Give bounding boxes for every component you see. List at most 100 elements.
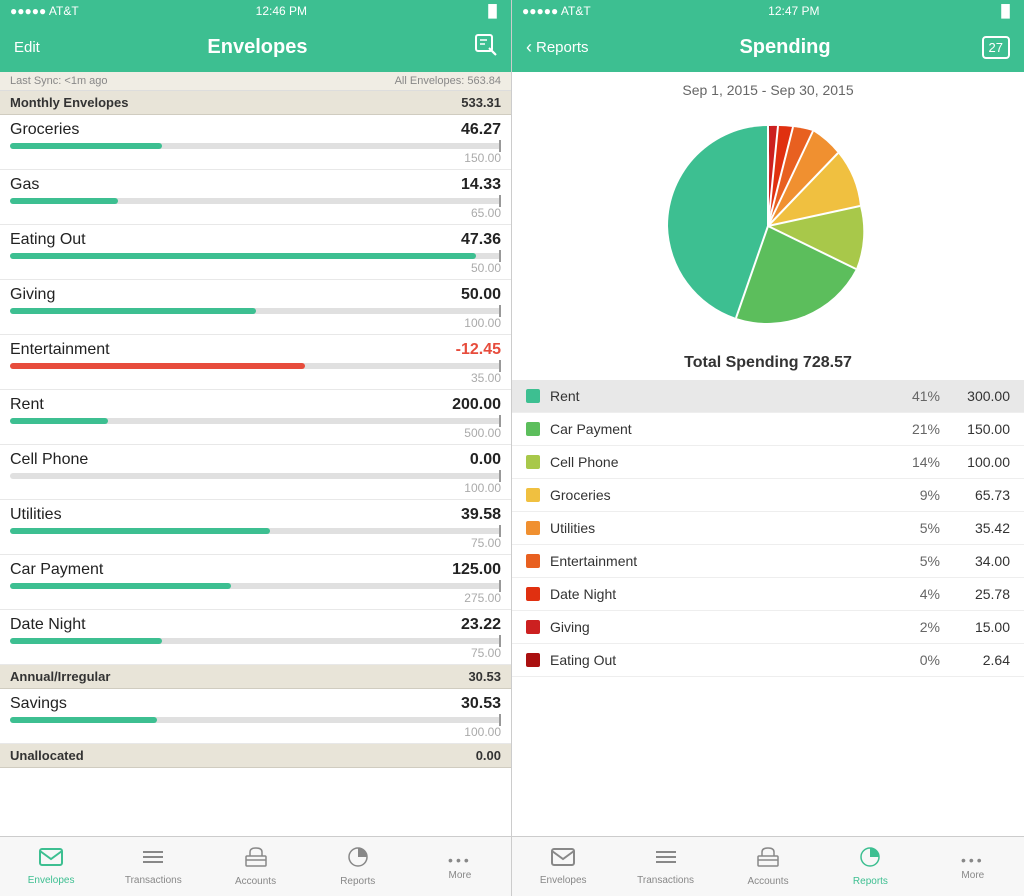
envelope-name: Cell Phone [10,451,88,469]
legend-amt: 34.00 [940,553,1010,569]
section-monthly-label: Monthly Envelopes [10,95,128,110]
nav-accounts-left[interactable]: Accounts [204,837,306,896]
progress-fill [10,143,162,149]
envelope-budget: 75.00 [10,536,501,550]
legend-amt: 300.00 [940,388,1010,404]
legend-color-utilities [526,521,540,535]
nav-more-right[interactable]: ••• More [922,837,1024,896]
progress-marker [499,195,501,207]
legend-color-entertainment [526,554,540,568]
envelope-budget: 50.00 [10,261,501,275]
legend-pct: 0% [890,652,940,668]
nav-reports-left[interactable]: Reports [307,837,409,896]
legend-row-entertainment[interactable]: Entertainment 5% 34.00 [512,545,1024,578]
legend-row-eating-out[interactable]: Eating Out 0% 2.64 [512,644,1024,677]
legend-row-utilities[interactable]: Utilities 5% 35.42 [512,512,1024,545]
legend-amt: 25.78 [940,586,1010,602]
envelope-giving[interactable]: Giving 50.00 100.00 [0,280,511,335]
progress-fill [10,638,162,644]
progress-fill [10,528,270,534]
carrier-right: ●●●●● AT&T [522,4,591,18]
header-right: ‹ Reports Spending 27 [512,22,1024,72]
chevron-left-icon: ‹ [526,37,532,58]
back-button[interactable]: ‹ Reports [526,37,589,58]
envelope-groceries[interactable]: Groceries 46.27 150.00 [0,115,511,170]
legend-name: Utilities [550,520,890,536]
envelope-cell-phone[interactable]: Cell Phone 0.00 100.00 [0,445,511,500]
legend-amt: 150.00 [940,421,1010,437]
progress-bar-container [10,253,501,259]
envelope-savings[interactable]: Savings 30.53 100.00 [0,689,511,744]
section-annual-amount: 30.53 [468,669,501,684]
nav-envelopes-left[interactable]: Envelopes [0,837,102,896]
legend-name: Giving [550,619,890,635]
envelope-date-night[interactable]: Date Night 23.22 75.00 [0,610,511,665]
more-icon: ••• [448,852,472,868]
legend-name: Entertainment [550,553,890,569]
section-annual: Annual/Irregular 30.53 [0,665,511,689]
progress-marker [499,140,501,152]
section-monthly: Monthly Envelopes 533.31 [0,91,511,115]
bottom-nav-left: Envelopes Transactions Accounts [0,836,511,896]
legend-row-cell-phone[interactable]: Cell Phone 14% 100.00 [512,446,1024,479]
envelope-entertainment[interactable]: Entertainment -12.45 35.00 [0,335,511,390]
legend-name: Cell Phone [550,454,890,470]
envelope-car-payment[interactable]: Car Payment 125.00 275.00 [0,555,511,610]
envelope-budget: 65.00 [10,206,501,220]
envelope-budget: 275.00 [10,591,501,605]
nav-label: Envelopes [540,875,587,886]
legend-pct: 5% [890,520,940,536]
envelope-budget: 100.00 [10,725,501,739]
envelope-gas[interactable]: Gas 14.33 65.00 [0,170,511,225]
progress-marker [499,415,501,427]
envelope-amount: 200.00 [452,396,501,414]
envelope-amount: 46.27 [461,121,501,139]
legend-row-date-night[interactable]: Date Night 4% 25.78 [512,578,1024,611]
progress-fill [10,418,108,424]
nav-accounts-right[interactable]: Accounts [717,837,819,896]
compose-button[interactable] [475,34,497,60]
nav-transactions-left[interactable]: Transactions [102,837,204,896]
legend-row-rent[interactable]: Rent 41% 300.00 [512,380,1024,413]
nav-reports-right[interactable]: Reports [819,837,921,896]
status-bar-left: ●●●●● AT&T 12:46 PM ▐▌ [0,0,511,22]
nav-transactions-right[interactable]: Transactions [614,837,716,896]
edit-button[interactable]: Edit [14,39,40,56]
chart-section: Sep 1, 2015 - Sep 30, 2015 [512,72,1024,380]
progress-marker [499,250,501,262]
legend-row-giving[interactable]: Giving 2% 15.00 [512,611,1024,644]
accounts-icon [756,846,780,874]
accounts-icon [244,846,268,874]
nav-envelopes-right[interactable]: Envelopes [512,837,614,896]
nav-label: Accounts [235,876,276,887]
bottom-nav-right: Envelopes Transactions Accounts [512,836,1024,896]
legend-row-car-payment[interactable]: Car Payment 21% 150.00 [512,413,1024,446]
progress-fill [10,583,231,589]
envelope-budget: 35.00 [10,371,501,385]
envelope-name: Savings [10,695,67,713]
nav-label: Reports [340,876,375,887]
envelope-amount: 39.58 [461,506,501,524]
envelope-rent[interactable]: Rent 200.00 500.00 [0,390,511,445]
reports-icon [346,846,370,874]
envelope-name: Giving [10,286,55,304]
battery-left: ▐▌ [484,4,501,18]
envelope-eating-out[interactable]: Eating Out 47.36 50.00 [0,225,511,280]
progress-marker [499,635,501,647]
envelope-name: Utilities [10,506,62,524]
progress-bar-container [10,308,501,314]
calendar-button[interactable]: 27 [982,36,1010,59]
envelope-list: Monthly Envelopes 533.31 Groceries 46.27… [0,91,511,836]
progress-marker [499,525,501,537]
section-annual-label: Annual/Irregular [10,669,110,684]
legend-color-eating-out [526,653,540,667]
nav-more-left[interactable]: ••• More [409,837,511,896]
envelope-budget: 150.00 [10,151,501,165]
envelope-name: Groceries [10,121,79,139]
envelope-name: Eating Out [10,231,86,249]
legend-row-groceries[interactable]: Groceries 9% 65.73 [512,479,1024,512]
envelope-name: Gas [10,176,39,194]
more-icon: ••• [961,852,985,868]
envelope-amount: 50.00 [461,286,501,304]
envelope-utilities[interactable]: Utilities 39.58 75.00 [0,500,511,555]
